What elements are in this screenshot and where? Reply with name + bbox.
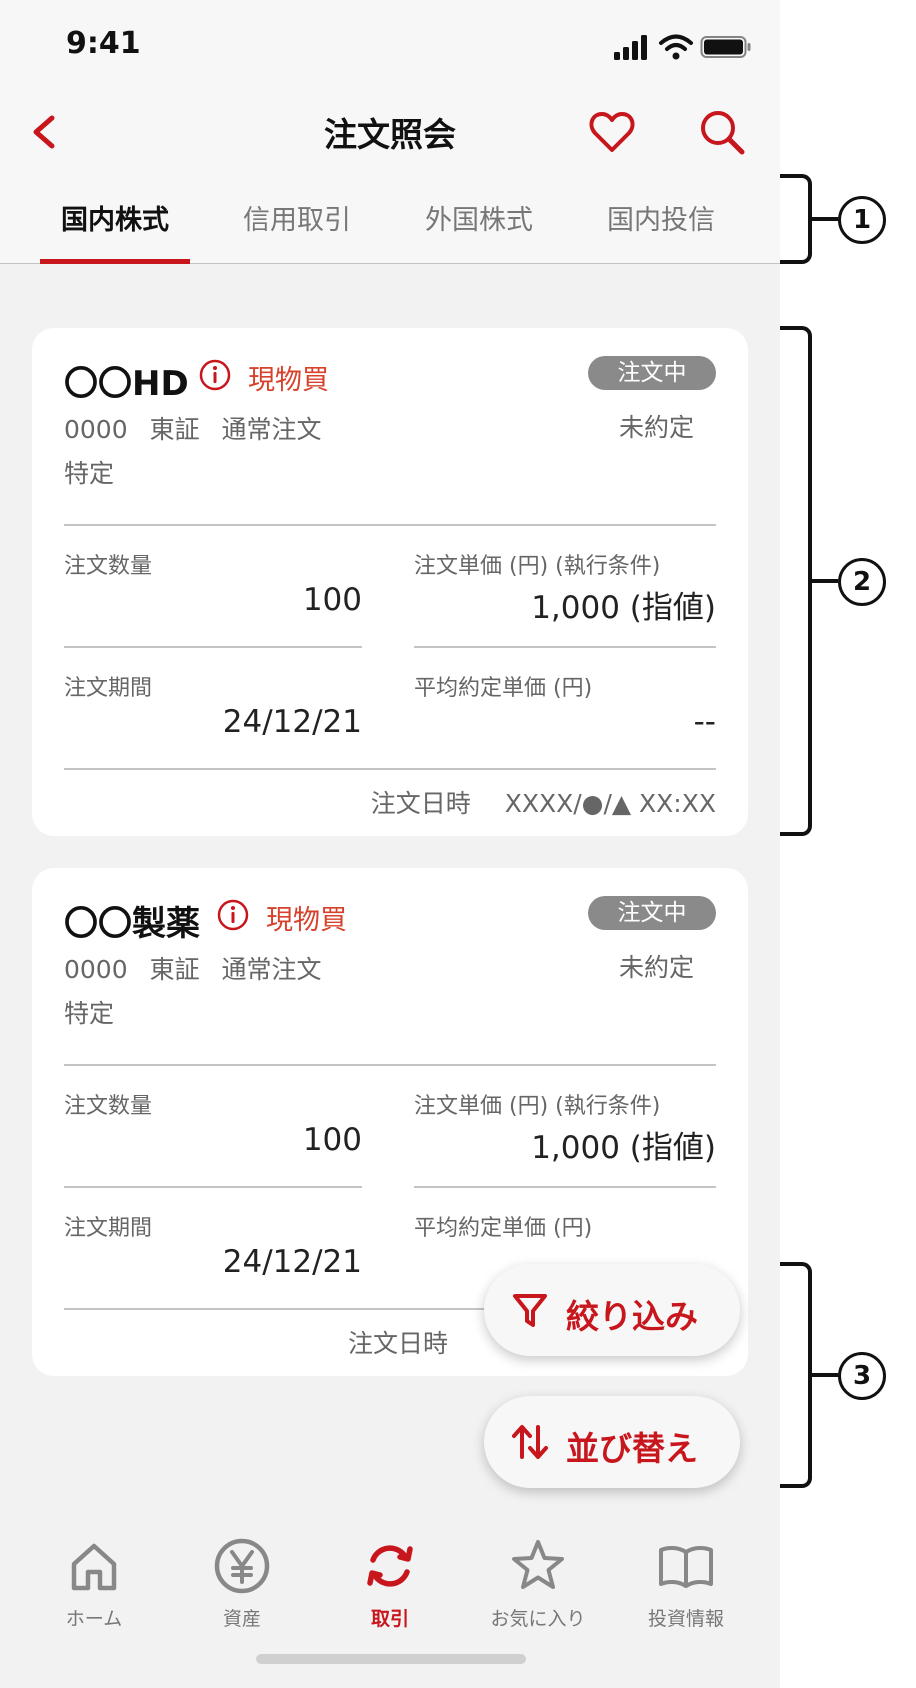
divider — [64, 646, 362, 648]
order-card[interactable]: 〇〇HD 現物買 注文中 0000 東証 通常注文 特定 未約定 注文数量 10… — [32, 328, 748, 836]
category-tabs: 国内株式 信用取引 外国株式 国内投信 — [0, 174, 780, 264]
order-meta: 0000 東証 通常注文 — [64, 950, 336, 986]
price-label: 注文単価 (円) (執行条件) — [414, 1094, 661, 1119]
price-value: 1,000 (指値) — [531, 590, 716, 626]
avg-price-value: -- — [693, 704, 716, 740]
search-icon[interactable] — [694, 104, 750, 160]
status-bar: 9:41 — [0, 0, 780, 90]
order-kind: 通常注文 — [221, 415, 322, 444]
datetime-value: XXXX/●/▲ XX:XX — [504, 789, 716, 818]
wifi-icon — [659, 34, 693, 60]
annotation-tick — [812, 217, 838, 221]
price-value: 1,000 (指値) — [531, 1130, 716, 1166]
info-icon[interactable] — [216, 898, 250, 932]
stock-code: 0000 — [64, 415, 128, 444]
tab-domestic-stocks[interactable]: 国内株式 — [40, 174, 190, 264]
nav-label: 取引 — [370, 1608, 409, 1630]
datetime-label: 注文日時 — [370, 789, 471, 818]
divider — [64, 524, 716, 526]
tab-foreign-stocks[interactable]: 外国株式 — [404, 174, 554, 264]
nav-trade[interactable]: 取引 — [316, 1536, 464, 1631]
stock-name: 〇〇製薬 — [64, 904, 200, 944]
annotation-marker-3: 3 — [838, 1352, 886, 1400]
divider — [64, 768, 716, 770]
qty-label: 注文数量 — [64, 554, 153, 579]
nav-assets[interactable]: 資産 — [168, 1536, 316, 1631]
market: 東証 — [149, 415, 200, 444]
nav-favorites[interactable]: お気に入り — [464, 1536, 612, 1631]
period-value: 24/12/21 — [222, 1244, 362, 1280]
annotation-bracket — [780, 174, 812, 264]
stock-name: 〇〇HD — [64, 364, 189, 404]
heart-icon[interactable] — [584, 104, 640, 160]
nav-header: 注文照会 — [0, 90, 780, 174]
book-icon — [659, 1545, 713, 1588]
account-type: 特定 — [64, 999, 115, 1028]
period-label: 注文期間 — [64, 676, 153, 701]
battery-icon — [700, 36, 751, 58]
signal-icon — [614, 35, 647, 60]
execution-status: 未約定 — [618, 413, 694, 442]
price-label: 注文単価 (円) (執行条件) — [414, 554, 661, 579]
account-type: 特定 — [64, 459, 115, 488]
annotation-tick — [812, 579, 838, 583]
star-icon — [512, 1540, 564, 1589]
qty-value: 100 — [302, 1122, 362, 1158]
status-badge: 注文中 — [588, 356, 716, 390]
stock-code: 0000 — [64, 955, 128, 984]
order-meta: 0000 東証 通常注文 — [64, 410, 336, 446]
status-time: 9:41 — [66, 26, 141, 61]
divider — [414, 646, 716, 648]
yen-icon — [214, 1538, 270, 1594]
filter-button[interactable]: 絞り込み — [484, 1264, 740, 1356]
period-value: 24/12/21 — [222, 704, 362, 740]
annotation-bracket — [780, 326, 812, 836]
nav-investment-info[interactable]: 投資情報 — [612, 1536, 760, 1631]
nav-label: 資産 — [222, 1608, 261, 1630]
filter-icon — [513, 1294, 547, 1327]
filter-label: 絞り込み — [566, 1297, 698, 1336]
nav-label: ホーム — [65, 1608, 123, 1630]
trade-type: 現物買 — [248, 365, 329, 396]
avg-price-label: 平均約定単価 (円) — [414, 1216, 593, 1241]
annotation-bracket — [780, 1262, 812, 1488]
divider — [64, 1186, 362, 1188]
annotation-tick — [812, 1373, 838, 1377]
sort-label: 並び替え — [566, 1429, 698, 1468]
datetime-label: 注文日時 — [347, 1329, 448, 1358]
order-datetime: 注文日時 — [322, 1324, 448, 1360]
annotation-marker-2: 2 — [838, 558, 886, 606]
nav-label: お気に入り — [490, 1608, 586, 1630]
home-indicator — [256, 1654, 526, 1664]
avg-price-label: 平均約定単価 (円) — [414, 676, 593, 701]
divider — [64, 1064, 716, 1066]
execution-status: 未約定 — [618, 953, 694, 982]
status-badge: 注文中 — [588, 896, 716, 930]
qty-value: 100 — [302, 582, 362, 618]
sort-button[interactable]: 並び替え — [484, 1396, 740, 1488]
sort-icon — [512, 1425, 548, 1459]
annotation-marker-1: 1 — [838, 196, 886, 244]
refresh-icon — [367, 1545, 413, 1587]
home-icon — [71, 1543, 117, 1591]
period-label: 注文期間 — [64, 1216, 153, 1241]
trade-type: 現物買 — [266, 905, 347, 936]
qty-label: 注文数量 — [64, 1094, 153, 1119]
tab-margin-trading[interactable]: 信用取引 — [222, 174, 372, 264]
nav-home[interactable]: ホーム — [20, 1536, 168, 1631]
order-kind: 通常注文 — [221, 955, 322, 984]
nav-label: 投資情報 — [647, 1608, 724, 1630]
divider — [414, 1186, 716, 1188]
tab-domestic-funds[interactable]: 国内投信 — [586, 174, 736, 264]
phone-screen: 9:41 注文照会 国内株式 信用取引 外国株式 国内投信 〇〇HD 現物買 注… — [0, 0, 780, 1688]
order-datetime: 注文日時 XXXX/●/▲ XX:XX — [345, 784, 716, 820]
market: 東証 — [149, 955, 200, 984]
page-title: 注文照会 — [324, 115, 456, 154]
info-icon[interactable] — [198, 358, 232, 392]
